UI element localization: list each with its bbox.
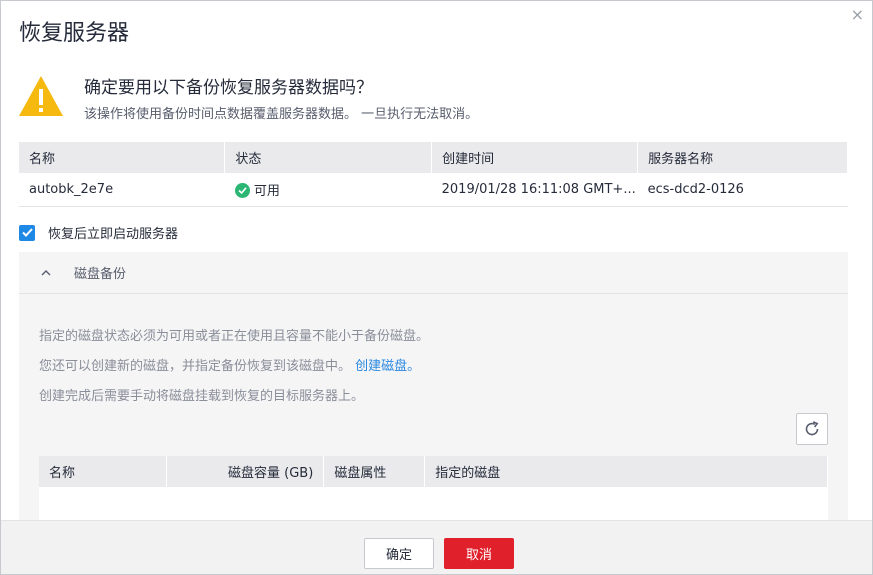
disk-backup-title: 磁盘备份 <box>74 267 127 282</box>
disk-note-1: 指定的磁盘状态必须为可用或者正在使用且容量不能小于备份磁盘。 <box>39 329 430 344</box>
disk-table: 名称 磁盘容量 (GB) 磁盘属性 指定的磁盘 <box>39 456 828 527</box>
disk-col-attr-header: 磁盘属性 <box>323 456 426 487</box>
confirm-button[interactable]: 确定 <box>364 538 434 569</box>
col-status-header: 状态 <box>224 142 433 173</box>
dialog-title: 恢复服务器 <box>19 21 130 46</box>
restore-server-dialog: 恢复服务器 × 确定要用以下备份恢复服务器数据吗？ 该操作将使用备份时间点数据覆… <box>0 0 873 575</box>
disk-backup-panel: 磁盘备份 指定的磁盘状态必须为可用或者正在使用且容量不能小于备份磁盘。 您还可以… <box>19 252 848 552</box>
col-server-header: 服务器名称 <box>637 142 848 173</box>
confirm-question: 确定要用以下备份恢复服务器数据吗？ <box>84 78 373 98</box>
confirm-subtext: 该操作将使用备份时间点数据覆盖服务器数据。 一旦执行无法取消。 <box>84 107 479 122</box>
disk-note-3: 创建完成后需要手动将磁盘挂载到恢复的目标服务器上。 <box>39 389 365 404</box>
disk-note-2: 您还可以创建新的磁盘，并指定备份恢复到该磁盘中。 创建磁盘。 <box>39 355 420 374</box>
check-circle-icon <box>234 182 250 198</box>
dialog-footer: 确定 取消 <box>1 520 872 574</box>
chevron-up-icon <box>41 269 51 275</box>
start-after-restore-checkbox[interactable] <box>19 224 35 241</box>
col-created-header: 创建时间 <box>431 142 639 173</box>
backup-server: ecs-dcd2-0126 <box>637 173 848 207</box>
checkbox-check-icon <box>21 228 33 237</box>
disk-table-header: 名称 磁盘容量 (GB) 磁盘属性 指定的磁盘 <box>39 456 828 487</box>
backup-table-header: 名称 状态 创建时间 服务器名称 <box>19 142 848 173</box>
disk-col-name-header: 名称 <box>39 456 168 487</box>
start-after-restore-label: 恢复后立即启动服务器 <box>48 227 179 242</box>
disk-col-capacity-header: 磁盘容量 (GB) <box>166 456 325 487</box>
disk-note-2-text: 您还可以创建新的磁盘，并指定备份恢复到该磁盘中。 <box>39 359 352 374</box>
backup-table: 名称 状态 创建时间 服务器名称 autobk_2e7e 可用 2019/01/… <box>19 142 848 207</box>
refresh-button[interactable] <box>796 413 828 445</box>
cancel-button[interactable]: 取消 <box>444 538 514 569</box>
disk-col-target-header: 指定的磁盘 <box>424 456 828 487</box>
refresh-icon <box>805 421 819 436</box>
status-text: 可用 <box>253 183 280 199</box>
col-name-header: 名称 <box>19 142 226 173</box>
disk-backup-toggle[interactable]: 磁盘备份 <box>19 252 848 294</box>
backup-created: 2019/01/28 16:11:08 GMT+... <box>431 173 638 207</box>
start-after-restore-option[interactable]: 恢复后立即启动服务器 <box>19 223 178 242</box>
backup-status: 可用 <box>224 173 432 207</box>
backup-name: autobk_2e7e <box>19 173 225 207</box>
table-row: autobk_2e7e 可用 2019/01/28 16:11:08 GMT+.… <box>19 173 848 207</box>
close-icon[interactable]: × <box>851 5 864 24</box>
create-disk-link[interactable]: 创建磁盘。 <box>355 359 420 374</box>
warning-icon <box>19 76 63 116</box>
